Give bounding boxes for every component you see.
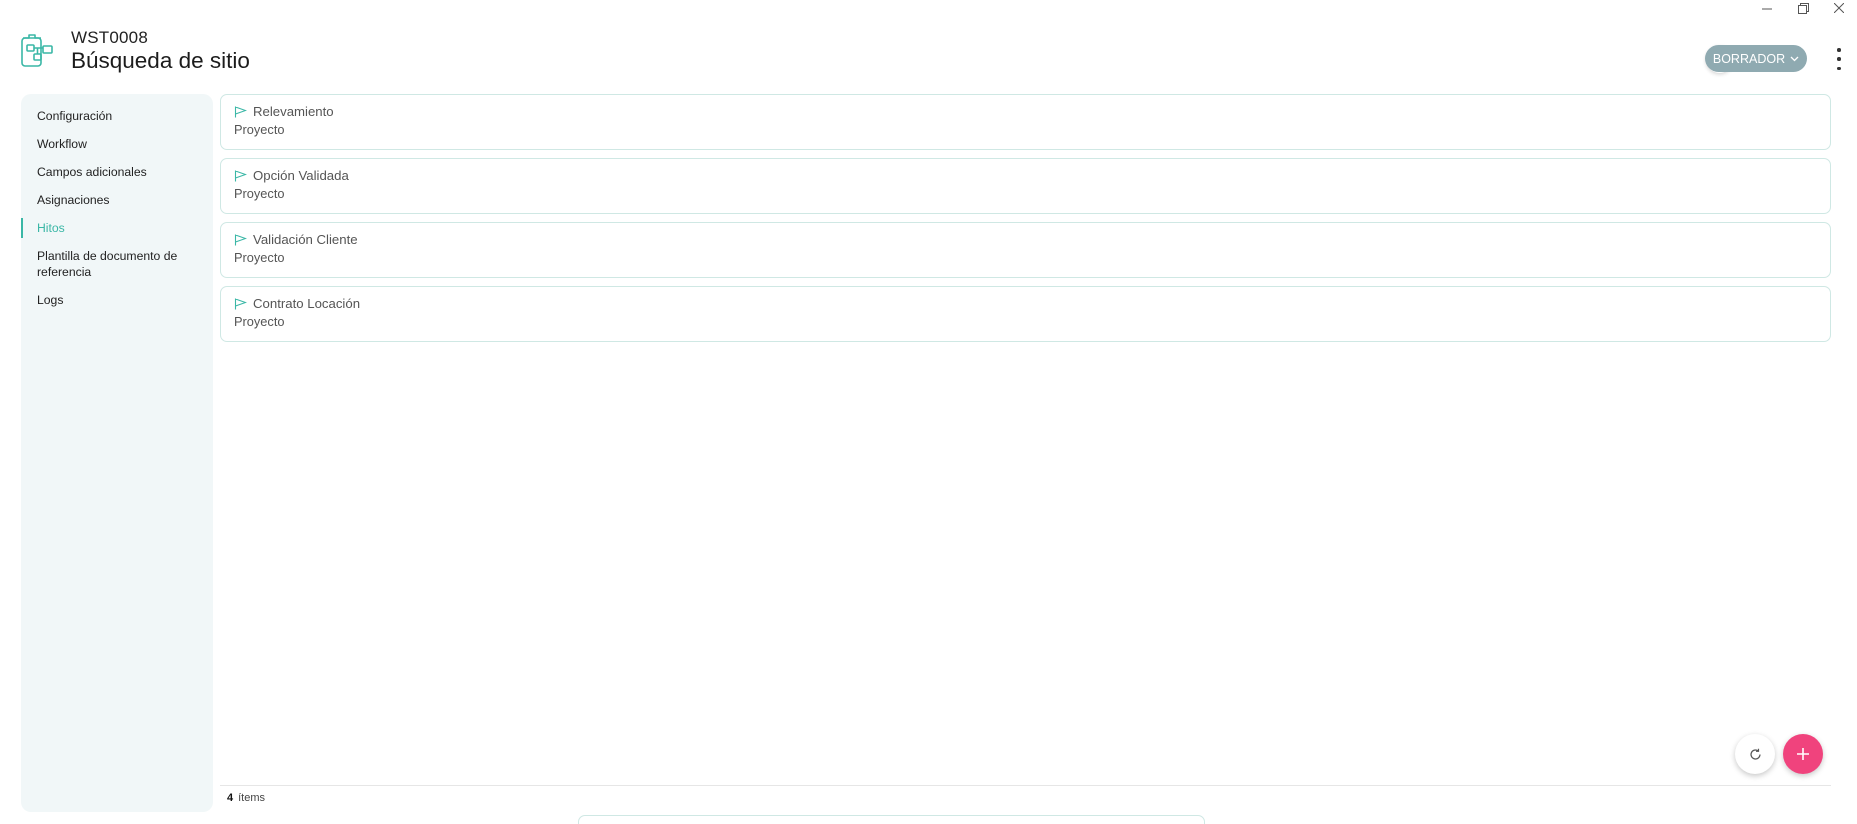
milestone-card[interactable]: Contrato Locación Proyecto [220,286,1831,342]
more-vertical-icon [1837,48,1841,52]
milestone-card[interactable]: Validación Cliente Proyecto [220,222,1831,278]
flag-icon [234,106,247,118]
refresh-button[interactable] [1735,734,1775,774]
bottom-panel [578,815,1205,824]
milestone-card[interactable]: Relevamiento Proyecto [220,94,1831,150]
flag-icon [234,298,247,310]
workflow-code: WST0008 [71,28,148,47]
sidebar-item-campos-adicionales[interactable]: Campos adicionales [21,160,213,184]
sidebar-item-configuracion[interactable]: Configuración [21,104,213,128]
minimize-icon [1762,8,1772,10]
milestone-type: Proyecto [234,186,285,201]
milestone-type: Proyecto [234,250,285,265]
milestone-type: Proyecto [234,314,285,329]
milestone-name: Validación Cliente [253,232,358,247]
sidebar-item-asignaciones[interactable]: Asignaciones [21,188,213,212]
minimize-button[interactable] [1749,0,1785,16]
sidebar-item-logs[interactable]: Logs [21,288,213,312]
milestone-list: Relevamiento Proyecto Opción Validada Pr… [220,94,1831,812]
status-dropdown[interactable]: BORRADOR [1705,45,1807,72]
sidebar-item-plantilla[interactable]: Plantilla de documento de referencia [21,244,213,284]
add-milestone-button[interactable] [1783,734,1823,774]
flag-icon [234,234,247,246]
sidebar-item-workflow[interactable]: Workflow [21,132,213,156]
window-controls [1749,0,1857,16]
plus-icon [1797,748,1809,760]
milestone-type: Proyecto [234,122,285,137]
close-window-button[interactable] [1821,0,1857,16]
close-icon [1834,3,1844,13]
milestone-name: Opción Validada [253,168,349,183]
page-header: WST0008 Búsqueda de sitio [20,22,1857,82]
status-label: BORRADOR [1712,51,1786,66]
milestone-name: Contrato Locación [253,296,361,311]
items-count-number: 4 [227,792,234,804]
chevron-down-icon [1790,56,1799,61]
sidebar-item-hitos[interactable]: Hitos [21,216,213,240]
items-count-label: ítems [238,792,266,804]
footer-divider [220,785,1831,786]
refresh-icon [1749,748,1761,760]
workflow-icon [21,34,53,67]
restore-button[interactable] [1785,0,1821,16]
milestone-card[interactable]: Opción Validada Proyecto [220,158,1831,214]
milestone-name: Relevamiento [253,104,334,119]
flag-icon [234,170,247,182]
sidebar: Configuración Workflow Campos adicionale… [21,94,213,812]
more-options-button[interactable] [1835,48,1843,70]
restore-icon [1797,2,1809,14]
items-count: 4 ítems [227,792,265,804]
page-title: Búsqueda de sitio [71,48,250,73]
